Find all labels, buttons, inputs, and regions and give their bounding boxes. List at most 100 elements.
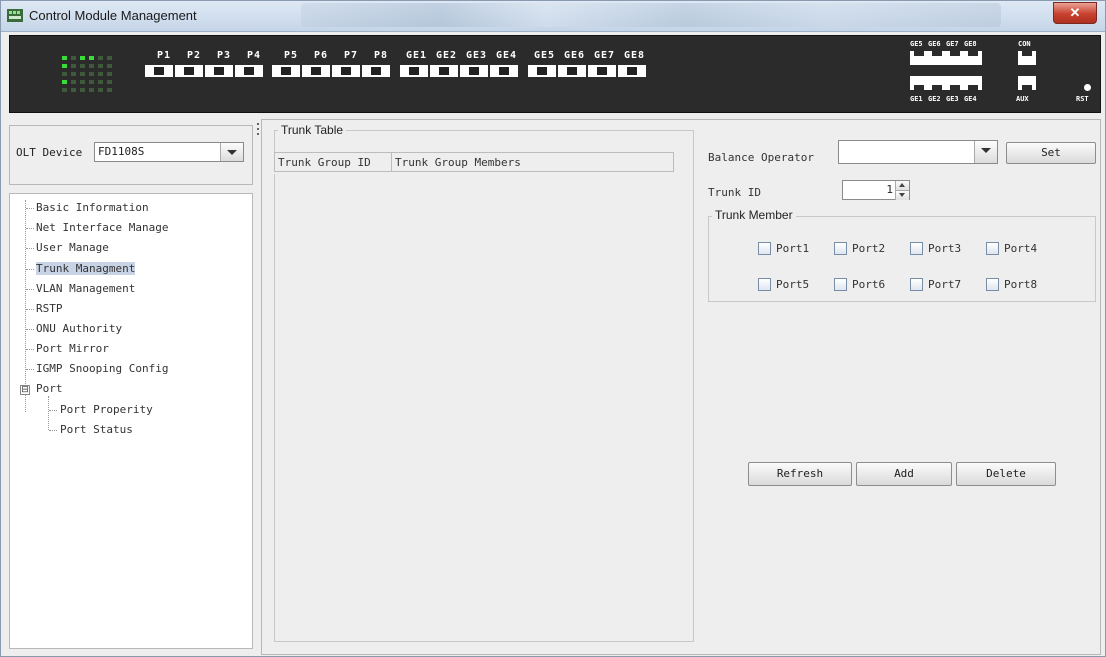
port-jack <box>400 65 428 77</box>
port-jack <box>588 65 616 77</box>
tree-item-user-manage[interactable]: User Manage <box>36 241 109 254</box>
rj45-bottom-label: GE2 <box>928 95 941 103</box>
port6-checkbox[interactable] <box>834 278 847 291</box>
port1-label: Port1 <box>776 242 810 255</box>
chevron-down-icon[interactable] <box>220 143 243 161</box>
port7-label: Port7 <box>928 278 962 291</box>
rj45-top-label: GE7 <box>946 40 959 48</box>
add-button[interactable]: Add <box>856 462 952 486</box>
status-led <box>107 80 112 84</box>
status-led-grid <box>60 54 140 96</box>
rj45-bottom-label: GE1 <box>910 95 923 103</box>
status-led <box>62 72 67 76</box>
port-label: GE2 <box>436 50 458 61</box>
port-label: P6 <box>314 50 329 61</box>
port4-checkbox[interactable] <box>986 242 999 255</box>
set-button[interactable]: Set <box>1006 142 1096 164</box>
tree-item-port-status[interactable]: Port Status <box>60 423 133 436</box>
app-icon <box>7 9 23 22</box>
tree-item-basic-information[interactable]: Basic Information <box>36 201 149 214</box>
trunk-id-spinner[interactable]: 1 <box>842 180 910 200</box>
tree-item-onu-authority[interactable]: ONU Authority <box>36 322 122 335</box>
rj45-top-label: GE8 <box>964 40 977 48</box>
delete-button[interactable]: Delete <box>956 462 1056 486</box>
balance-operator-select[interactable] <box>838 140 998 164</box>
rj45-port-ge6[interactable] <box>928 51 946 65</box>
tree-connector <box>26 329 34 330</box>
column-header-trunk-group-id[interactable]: Trunk Group ID <box>274 152 392 172</box>
collapse-icon[interactable]: ⊟ <box>20 385 30 395</box>
port-jack <box>302 65 330 77</box>
rj45-port-ge3[interactable] <box>946 76 964 90</box>
port3-checkbox[interactable] <box>910 242 923 255</box>
tree-connector <box>26 208 34 209</box>
port-label: GE5 <box>534 50 556 61</box>
port-label: P2 <box>187 50 202 61</box>
rj45-port-aux[interactable] <box>1018 76 1036 90</box>
tree-item-vlan-management[interactable]: VLAN Management <box>36 282 135 295</box>
status-led <box>89 64 94 68</box>
column-header-trunk-group-members[interactable]: Trunk Group Members <box>392 152 674 172</box>
spinner-down-icon[interactable] <box>895 191 909 200</box>
tree-item-rstp[interactable]: RSTP <box>36 302 63 315</box>
close-icon: ✕ <box>1069 5 1081 20</box>
tree-connector <box>26 248 34 249</box>
main-window: Control Module Management ✕ P1 P2 P3 P4 … <box>0 0 1106 657</box>
tree-connector <box>26 309 34 310</box>
refresh-button[interactable]: Refresh <box>748 462 852 486</box>
port8-label: Port8 <box>1004 278 1038 291</box>
port-label: P5 <box>284 50 299 61</box>
port-label: GE3 <box>466 50 488 61</box>
port8-checkbox[interactable] <box>986 278 999 291</box>
tree-item-net-interface-manage[interactable]: Net Interface Manage <box>36 221 168 234</box>
spinner-up-icon[interactable] <box>895 181 909 191</box>
close-button[interactable]: ✕ <box>1053 2 1097 24</box>
rj45-top-label: GE6 <box>928 40 941 48</box>
status-led <box>98 72 103 76</box>
tree-item-port-mirror[interactable]: Port Mirror <box>36 342 109 355</box>
status-led <box>80 56 85 60</box>
status-led <box>107 56 112 60</box>
port-label: GE1 <box>406 50 428 61</box>
rst-label: RST <box>1076 95 1089 103</box>
rj45-port-ge4[interactable] <box>964 76 982 90</box>
status-led <box>89 80 94 84</box>
chevron-down-icon[interactable] <box>974 141 997 163</box>
port-label: GE6 <box>564 50 586 61</box>
rj45-port-ge8[interactable] <box>964 51 982 65</box>
navigation-tree: Basic Information Net Interface Manage U… <box>9 193 253 649</box>
port-label: P7 <box>344 50 359 61</box>
device-front-panel: P1 P2 P3 P4 P5 P6 P7 P8 GE1 GE2 GE3 GE4 … <box>9 35 1101 113</box>
tree-item-port[interactable]: Port <box>36 382 63 395</box>
title-bar[interactable]: Control Module Management ✕ <box>1 1 1105 32</box>
port3-label: Port3 <box>928 242 962 255</box>
tree-connector <box>26 349 34 350</box>
olt-device-value: FD1108S <box>98 145 145 158</box>
tree-item-port-properity[interactable]: Port Properity <box>60 403 153 416</box>
rj45-bottom-label: GE3 <box>946 95 959 103</box>
olt-device-select[interactable]: FD1108S <box>94 142 244 162</box>
trunk-member-legend: Trunk Member <box>712 208 796 222</box>
port2-checkbox[interactable] <box>834 242 847 255</box>
olt-device-label: OLT Device <box>16 146 83 159</box>
status-led <box>71 56 76 60</box>
port-jack <box>332 65 360 77</box>
rj45-port-ge5[interactable] <box>910 51 928 65</box>
rj45-port-ge1[interactable] <box>910 76 928 90</box>
trunk-content-panel: Trunk Table Trunk Group ID Trunk Group M… <box>261 119 1101 655</box>
trunk-table[interactable]: Trunk Group ID Trunk Group Members <box>274 152 674 174</box>
port1-checkbox[interactable] <box>758 242 771 255</box>
port7-checkbox[interactable] <box>910 278 923 291</box>
tree-item-igmp-snooping-config[interactable]: IGMP Snooping Config <box>36 362 168 375</box>
port5-checkbox[interactable] <box>758 278 771 291</box>
port-label: P3 <box>217 50 232 61</box>
reset-button[interactable] <box>1084 84 1091 91</box>
tree-item-trunk-managment[interactable]: Trunk Managment <box>36 262 136 275</box>
port-label: GE8 <box>624 50 646 61</box>
rj45-port-ge2[interactable] <box>928 76 946 90</box>
rj45-port-con[interactable] <box>1018 51 1036 65</box>
splitter-grip <box>257 133 259 135</box>
rj45-port-ge7[interactable] <box>946 51 964 65</box>
port-jack <box>362 65 390 77</box>
tree-connector <box>49 410 57 411</box>
